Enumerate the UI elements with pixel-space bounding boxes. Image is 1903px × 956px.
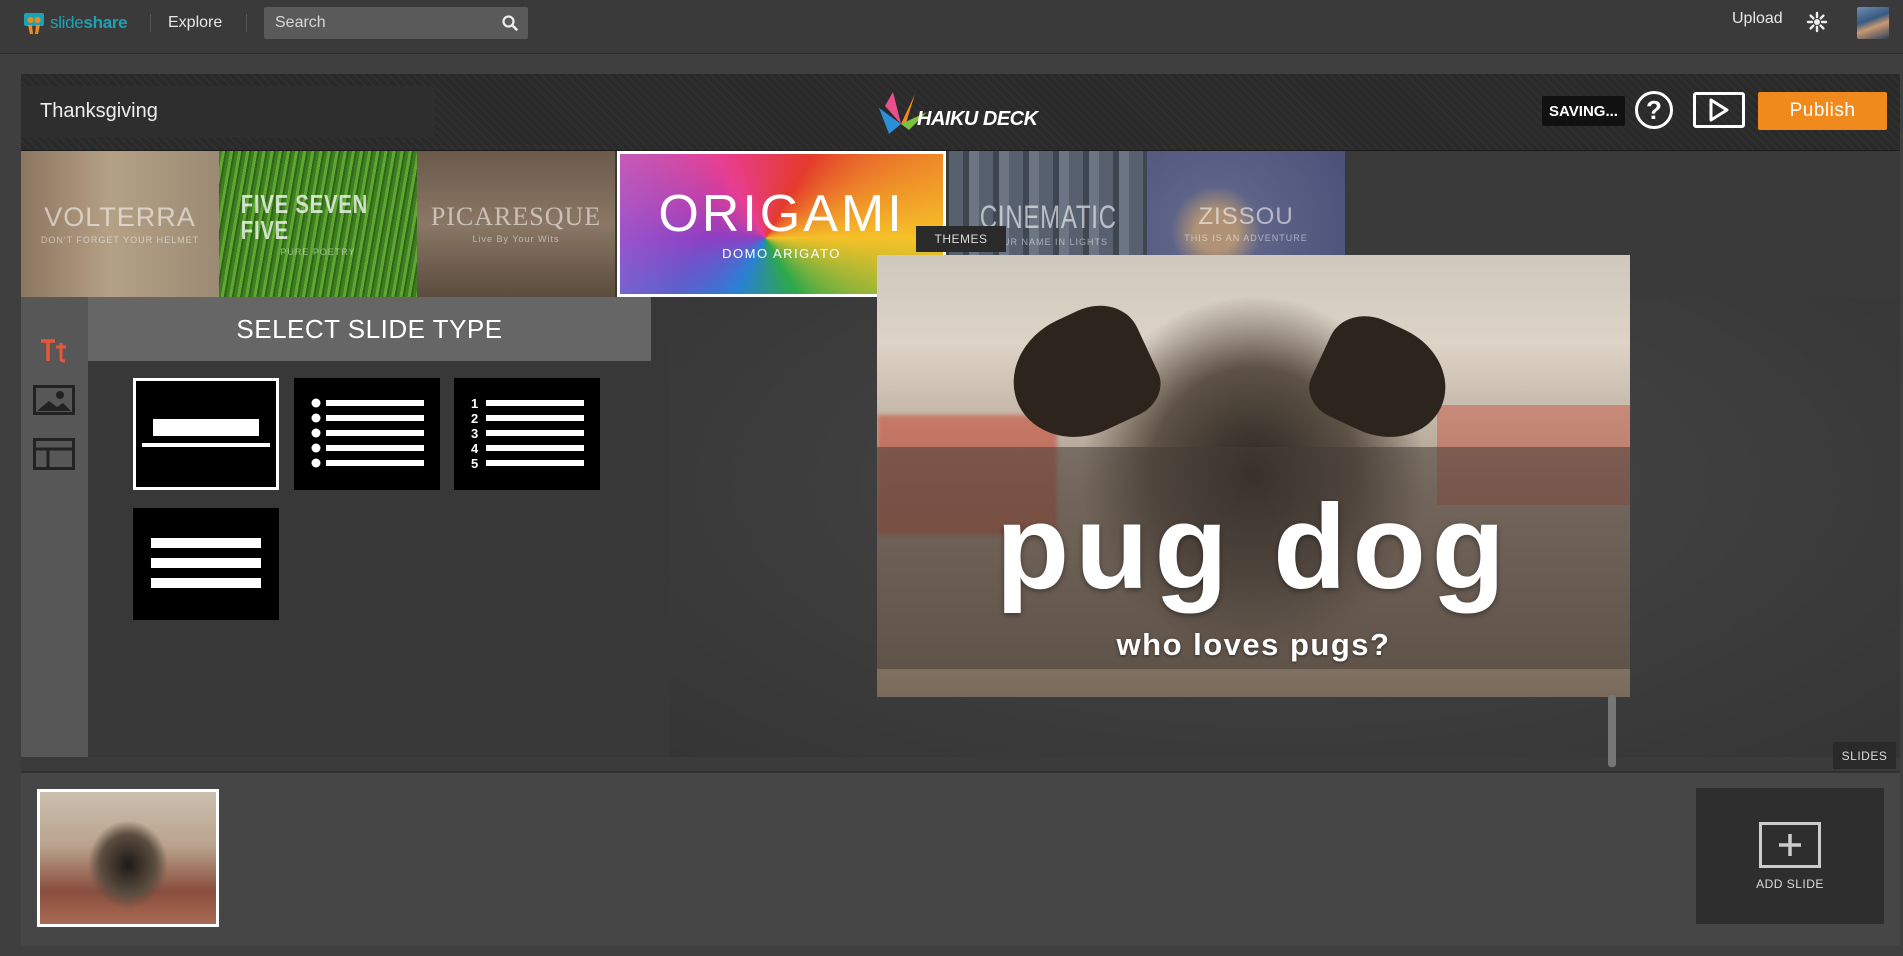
slide-thumbnail-1[interactable] xyxy=(37,789,219,927)
theme-five-seven-five[interactable]: FIVE SEVEN FIVE PURE POETRY xyxy=(219,151,417,297)
tab-themes[interactable]: THEMES xyxy=(916,226,1006,252)
text-tool-button[interactable] xyxy=(33,333,75,367)
text-tool-icon xyxy=(41,339,66,363)
slide-title[interactable]: pug dog xyxy=(877,487,1630,607)
paragraph-icon xyxy=(151,538,261,588)
theme-name: ORIGAMI xyxy=(658,184,905,243)
theme-tagline: DON'T FORGET YOUR HELMET xyxy=(40,234,200,245)
add-slide-button[interactable]: ADD SLIDE xyxy=(1696,788,1884,924)
slide-canvas[interactable]: pug dog who loves pugs? xyxy=(877,255,1630,697)
plus-icon xyxy=(1759,821,1821,868)
add-slide-label: ADD SLIDE xyxy=(1756,876,1824,891)
list-number: 5 xyxy=(471,456,478,471)
theme-tagline: THIS IS AN ADVENTURE xyxy=(1184,233,1308,243)
image-tool-icon xyxy=(33,385,75,415)
theme-name: VOLTERRA xyxy=(44,201,196,232)
haiku-deck-wordmark: HAIKU DECK xyxy=(917,107,1038,130)
upload-link[interactable]: Upload xyxy=(1732,10,1783,28)
play-button[interactable] xyxy=(1693,92,1745,128)
search-box xyxy=(264,7,528,39)
deck-title-input[interactable] xyxy=(21,86,435,137)
tool-rail xyxy=(21,297,88,757)
theme-name: PICARESQUE xyxy=(430,202,602,231)
slide-type-title[interactable] xyxy=(133,378,279,490)
publish-button[interactable]: Publish xyxy=(1758,92,1887,130)
divider xyxy=(246,14,247,32)
tab-slides[interactable]: SLIDES xyxy=(1833,742,1896,769)
list-number: 2 xyxy=(471,411,478,426)
theme-tagline: Live By Your Wits xyxy=(472,234,560,244)
list-number: 4 xyxy=(471,441,479,456)
theme-picaresque[interactable]: PICARESQUE Live By Your Wits xyxy=(417,151,615,297)
slideshare-logo-icon xyxy=(24,13,44,34)
slide-scrollbar[interactable] xyxy=(1608,695,1616,767)
slide-subtitle[interactable]: who loves pugs? xyxy=(877,627,1630,663)
theme-tagline: DOMO ARIGATO xyxy=(722,245,841,261)
title-layout-icon xyxy=(142,419,270,447)
slideshare-logo[interactable]: slideshare xyxy=(21,9,128,37)
play-icon xyxy=(1709,98,1729,122)
user-avatar[interactable] xyxy=(1857,7,1889,39)
settings-icon[interactable] xyxy=(1806,11,1828,33)
theme-name: ZISSOU xyxy=(1198,203,1294,230)
theme-name: FIVE SEVEN FIVE xyxy=(240,189,369,245)
haiku-deck-logo: HAIKU DECK xyxy=(875,84,1045,140)
theme-tagline: PURE POETRY xyxy=(280,247,356,257)
top-bar: slideshare Explore Upload xyxy=(0,0,1903,54)
image-tool-button[interactable] xyxy=(33,383,75,417)
slide-filmstrip: ADD SLIDE xyxy=(21,771,1900,946)
list-number: 1 xyxy=(471,396,478,411)
explore-link[interactable]: Explore xyxy=(168,14,222,32)
slide-type-numbered[interactable]: 1 2 3 4 5 xyxy=(454,378,600,490)
help-button[interactable]: ? xyxy=(1635,91,1673,129)
slideshare-wordmark: slideshare xyxy=(50,13,128,32)
bullet-list-icon xyxy=(311,398,424,468)
theme-volterra[interactable]: VOLTERRA DON'T FORGET YOUR HELMET xyxy=(21,151,219,297)
slide-type-paragraph[interactable] xyxy=(133,508,279,620)
layout-tool-icon xyxy=(33,438,75,470)
search-input[interactable] xyxy=(264,7,495,39)
panel-heading: SELECT SLIDE TYPE xyxy=(88,297,651,361)
divider xyxy=(150,14,151,32)
slide-type-panel: SELECT SLIDE TYPE 1 2 3 4 5 xyxy=(88,297,670,757)
save-status-badge: SAVING... xyxy=(1542,96,1625,126)
numbered-list-icon: 1 2 3 4 5 xyxy=(471,396,584,471)
plus-glyph-icon xyxy=(1779,833,1801,856)
layout-tool-button[interactable] xyxy=(33,437,75,471)
slide-type-bullets[interactable] xyxy=(294,378,440,490)
list-number: 3 xyxy=(471,426,478,441)
search-icon[interactable] xyxy=(501,14,519,32)
help-icon: ? xyxy=(1646,94,1662,125)
